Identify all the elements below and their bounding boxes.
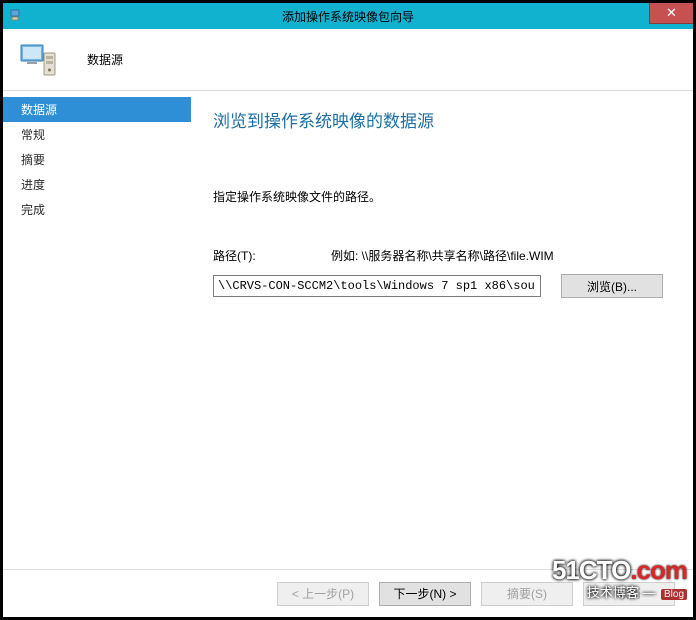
nav-item-data-source[interactable]: 数据源 [3,97,191,122]
nav-item-summary[interactable]: 摘要 [3,147,191,172]
nav-item-general[interactable]: 常规 [3,122,191,147]
nav-sidebar: 数据源 常规 摘要 进度 完成 [3,91,191,569]
path-example: 例如: \\服务器名称\共享名称\路径\file.WIM [331,247,554,264]
nav-item-complete[interactable]: 完成 [3,197,191,222]
computer-icon [17,39,59,81]
path-input-row: 浏览(B)... [213,274,671,298]
close-button[interactable]: ✕ [649,3,693,24]
cancel-button[interactable]: 取消 [583,582,675,606]
summary-button: 摘要(S) [481,582,573,606]
wizard-header: 数据源 [3,29,693,91]
prev-button: < 上一步(P) [277,582,369,606]
next-button[interactable]: 下一步(N) > [379,582,471,606]
wizard-footer: < 上一步(P) 下一步(N) > 摘要(S) 取消 [3,569,693,617]
path-label-row: 路径(T): 例如: \\服务器名称\共享名称\路径\file.WIM [213,247,671,264]
nav-item-progress[interactable]: 进度 [3,172,191,197]
path-input[interactable] [213,275,541,297]
title-bar: 添加操作系统映像包向导 ✕ [3,3,693,29]
browse-button[interactable]: 浏览(B)... [561,274,663,298]
header-subtitle: 数据源 [87,51,123,68]
content-pane: 浏览到操作系统映像的数据源 指定操作系统映像文件的路径。 路径(T): 例如: … [191,91,693,569]
page-title: 浏览到操作系统映像的数据源 [213,107,671,132]
wizard-body: 数据源 常规 摘要 进度 完成 浏览到操作系统映像的数据源 指定操作系统映像文件… [3,91,693,569]
window-title: 添加操作系统映像包向导 [3,8,693,25]
instruction-text: 指定操作系统映像文件的路径。 [213,188,671,205]
path-label: 路径(T): [213,247,331,264]
